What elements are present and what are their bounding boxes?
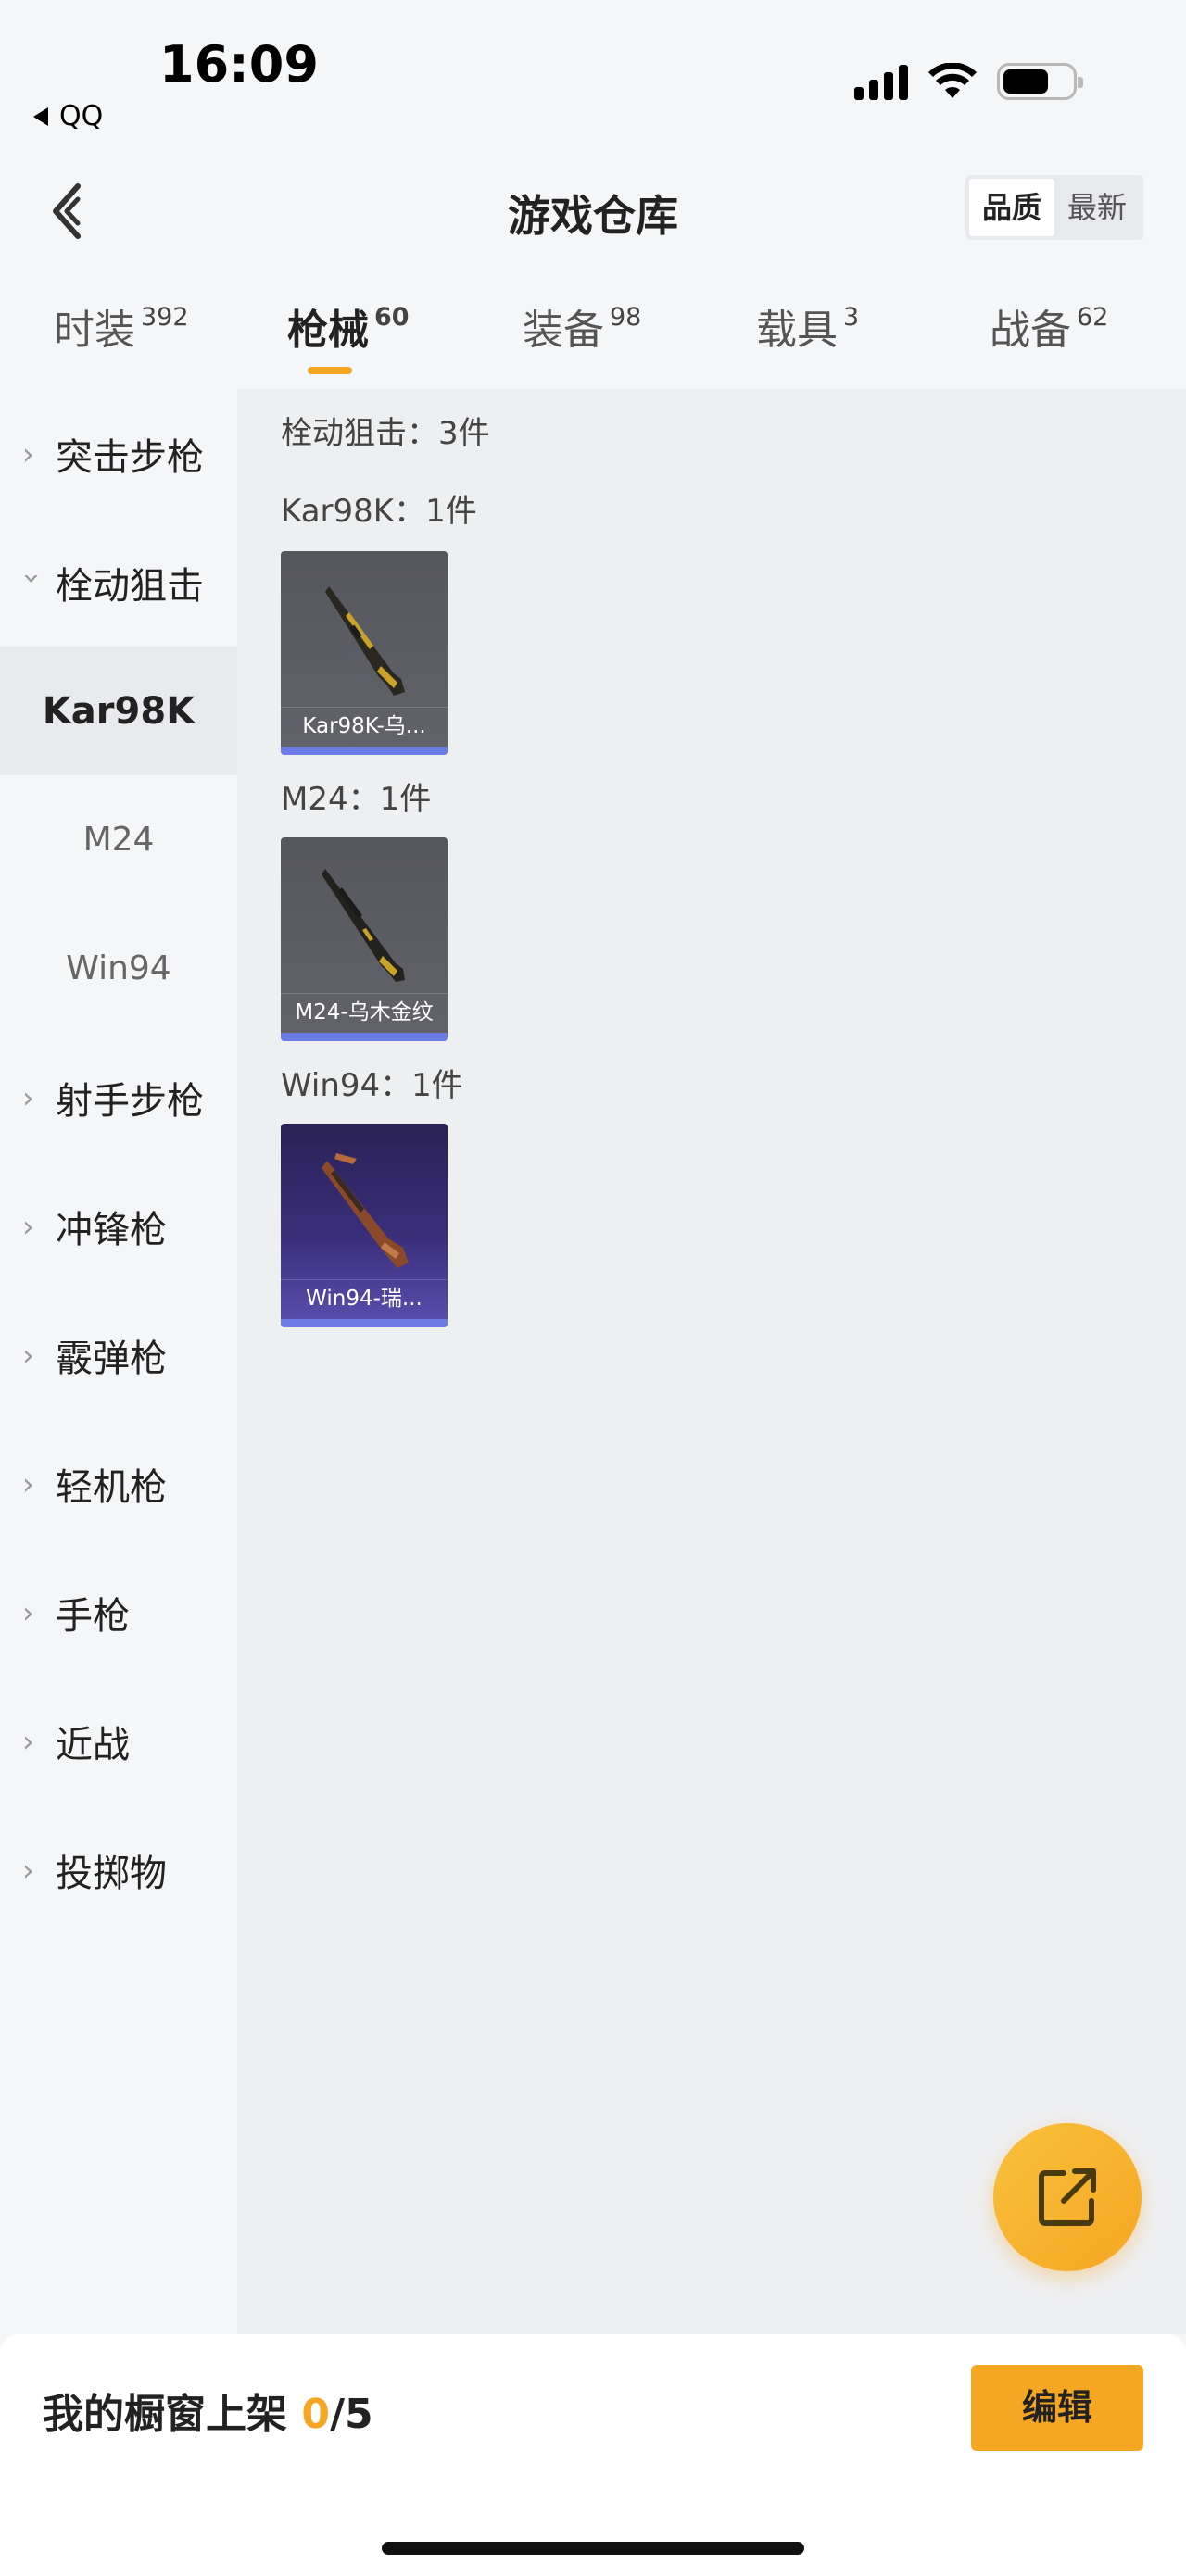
showcase-bar: 我的橱窗上架 0/5 编辑	[0, 2334, 1186, 2576]
active-tab-indicator	[308, 367, 352, 374]
chevron-right-icon: ›	[22, 1723, 34, 1759]
status-time: 16:09	[159, 35, 319, 94]
chevron-right-icon: ›	[22, 1465, 34, 1502]
edit-button[interactable]: 编辑	[971, 2365, 1143, 2451]
sidebar-subitem-kar98k[interactable]: Kar98K	[0, 647, 237, 775]
rarity-bar	[281, 1033, 448, 1041]
sort-toggle: 品质 最新	[965, 175, 1143, 240]
group-title-win94: Win94：1件	[281, 1067, 463, 1104]
share-external-icon	[1039, 2168, 1096, 2226]
sort-option-latest[interactable]: 最新	[1054, 179, 1140, 236]
sidebar-item-lmg[interactable]: › 轻机枪	[0, 1419, 237, 1548]
showcase-status: 我的橱窗上架 0/5	[43, 2391, 373, 2438]
sidebar-item-marksman-rifle[interactable]: › 射手步枪	[0, 1033, 237, 1162]
chevron-right-icon: ›	[22, 1852, 34, 1888]
wifi-icon	[928, 63, 977, 98]
item-card-kar98k[interactable]: Kar98K-乌...	[281, 551, 448, 755]
sidebar-item-assault-rifle[interactable]: › 突击步枪	[0, 389, 237, 518]
sidebar-item-shotgun[interactable]: › 霰弹枪	[0, 1290, 237, 1419]
chevron-right-icon: ›	[22, 1079, 34, 1115]
showcase-current-count: 0	[301, 2391, 330, 2438]
sidebar-item-bolt-sniper[interactable]: › 栓动狙击	[0, 518, 237, 647]
group-title-kar98k: Kar98K：1件	[281, 493, 477, 530]
section-title: 栓动狙击：3件	[281, 415, 490, 452]
sidebar-subitem-m24[interactable]: M24	[0, 775, 237, 904]
item-list: 栓动狙击：3件 Kar98K：1件 Kar98K-乌... M24：1件 M24…	[237, 389, 1186, 2334]
item-card-win94[interactable]: Win94-瑞...	[281, 1124, 448, 1327]
page-header: 游戏仓库 品质 最新	[0, 162, 1186, 264]
tab-vehicles[interactable]: 载具 3	[756, 296, 859, 356]
rifle-icon	[322, 1153, 409, 1268]
tab-supplies[interactable]: 战备 62	[990, 296, 1108, 356]
battery-icon	[997, 63, 1083, 100]
sort-option-quality[interactable]: 品质	[968, 179, 1054, 236]
chevron-right-icon: ›	[22, 1208, 34, 1244]
item-name: Kar98K-乌...	[281, 707, 448, 744]
tab-firearms[interactable]: 枪械 60	[287, 296, 410, 374]
category-tabs: 时装 392 枪械 60 装备 98 载具 3 战备 62	[0, 296, 1186, 389]
chevron-right-icon: ›	[22, 1594, 34, 1630]
weapon-type-sidebar: › 突击步枪 › 栓动狙击 Kar98K M24 Win94 › 射手步枪 › 冲锋枪 …	[0, 389, 237, 2334]
chevron-right-icon: ›	[22, 435, 34, 471]
item-card-m24[interactable]: M24-乌木金纹	[281, 837, 448, 1041]
item-name: Win94-瑞...	[281, 1279, 448, 1316]
back-to-app-link[interactable]: QQ	[33, 100, 103, 132]
sidebar-item-throwables[interactable]: › 投掷物	[0, 1805, 237, 1934]
chevron-right-icon: ›	[22, 1337, 34, 1373]
showcase-total: /5	[329, 2391, 373, 2438]
sidebar-item-pistol[interactable]: › 手枪	[0, 1548, 237, 1677]
sidebar-item-smg[interactable]: › 冲锋枪	[0, 1162, 237, 1290]
sidebar-subitem-win94[interactable]: Win94	[0, 904, 237, 1033]
share-fab-button[interactable]	[993, 2123, 1142, 2271]
cellular-signal-icon	[854, 63, 908, 100]
home-indicator[interactable]	[382, 2542, 804, 2555]
tab-fashion[interactable]: 时装 392	[54, 296, 189, 356]
group-title-m24: M24：1件	[281, 781, 432, 818]
back-triangle-icon	[33, 107, 48, 126]
rifle-icon	[322, 869, 405, 982]
rifle-icon	[325, 586, 405, 696]
item-name: M24-乌木金纹	[281, 993, 448, 1030]
chevron-down-icon: ›	[15, 572, 50, 584]
tab-equipment[interactable]: 装备 98	[523, 296, 641, 356]
status-icons	[854, 63, 1083, 100]
rarity-bar	[281, 747, 448, 755]
rarity-bar	[281, 1319, 448, 1327]
sidebar-item-melee[interactable]: › 近战	[0, 1677, 237, 1805]
status-bar: 16:09 QQ	[0, 0, 1186, 153]
back-app-label: QQ	[59, 100, 104, 132]
